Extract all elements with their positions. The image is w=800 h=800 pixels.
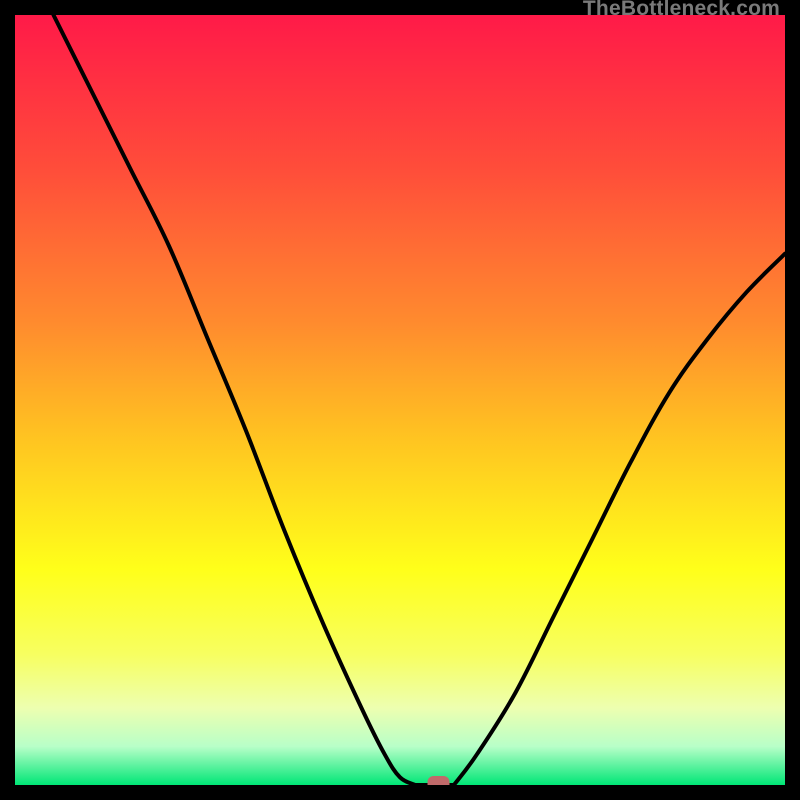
chart-svg xyxy=(15,15,785,785)
chart-background-gradient xyxy=(15,15,785,785)
chart-plot-area xyxy=(15,15,785,785)
optimum-marker xyxy=(428,776,450,785)
watermark-text: TheBottleneck.com xyxy=(583,0,780,21)
chart-frame: TheBottleneck.com xyxy=(0,0,800,800)
